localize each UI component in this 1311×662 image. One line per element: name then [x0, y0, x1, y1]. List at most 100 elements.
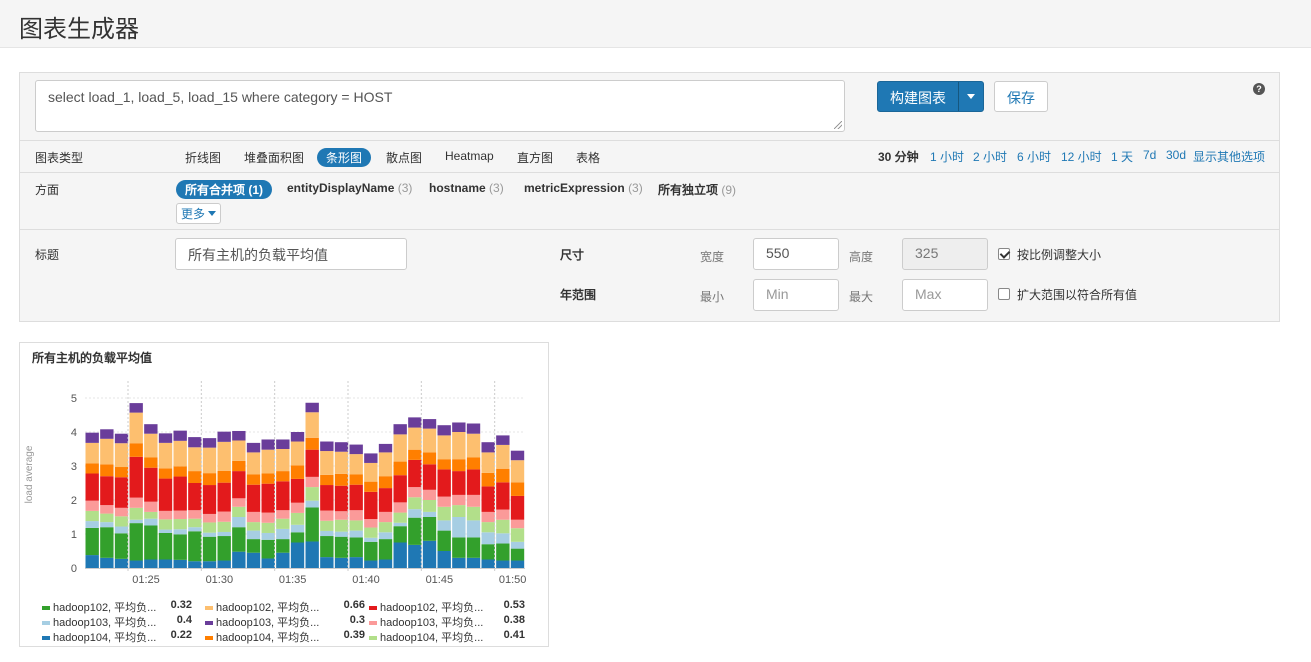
bar-segment	[320, 510, 334, 521]
bar-segment	[364, 491, 378, 520]
bar-segment	[481, 522, 495, 533]
legend-item[interactable]: hadoop102, 平均负... 0.32	[42, 599, 192, 614]
chart-type-scatter[interactable]: 散点图	[386, 149, 422, 166]
time-range-12h[interactable]: 12 小时	[1061, 148, 1102, 165]
chart-title-input[interactable]: 所有主机的负载平均值	[175, 238, 407, 270]
bar-segment	[437, 551, 451, 568]
title-label: 标题	[35, 248, 60, 262]
bar-segment	[452, 494, 466, 506]
bar-segment	[378, 559, 393, 568]
bar-segment	[466, 423, 481, 434]
legend-value: 0.4	[176, 614, 192, 626]
scale-proportionally-checkbox[interactable]	[998, 248, 1010, 260]
legend-swatch	[205, 636, 213, 641]
legend-item[interactable]: hadoop102, 平均负... 0.53	[369, 599, 525, 614]
bar-chart: 0 1 2 3 4 5 load average 01:25 01:30 01:35 01:40 01…	[24, 381, 526, 586]
bar-segment	[481, 452, 495, 473]
chart-type-table[interactable]: 表格	[576, 149, 600, 166]
time-range-6h[interactable]: 6 小时	[1017, 148, 1051, 165]
legend-item[interactable]: hadoop103, 平均负... 0.38	[369, 614, 525, 629]
bar-segment	[158, 529, 173, 533]
more-facets-label: 更多	[181, 207, 206, 221]
time-range-1d[interactable]: 1 天	[1111, 148, 1133, 165]
bar-segment	[202, 532, 217, 537]
chart-type-bar[interactable]: 条形图	[317, 148, 372, 167]
expand-range-checkbox[interactable]	[998, 288, 1010, 300]
legend-item[interactable]: hadoop102, 平均负... 0.66	[205, 599, 365, 614]
bar-segment	[246, 474, 261, 485]
bar-segment	[85, 521, 99, 528]
max-label: 最大	[849, 290, 874, 304]
facet-count: (3)	[628, 181, 643, 195]
time-range-30d[interactable]: 30d	[1166, 148, 1186, 162]
help-icon[interactable]: ?	[1253, 83, 1265, 95]
bar-segment	[510, 560, 525, 568]
build-options-dropdown[interactable]	[959, 82, 983, 111]
more-facets-button[interactable]: 更多	[176, 203, 222, 224]
bar-segment	[188, 531, 202, 562]
chart-type-line[interactable]: 折线图	[185, 149, 221, 166]
legend-value: 0.38	[503, 614, 525, 626]
bar-segment	[217, 560, 231, 568]
bar-segment	[129, 560, 143, 568]
time-range-7d[interactable]: 7d	[1143, 148, 1156, 162]
legend-label: hadoop104, 平均负...	[53, 632, 157, 644]
bar-segment	[144, 559, 158, 568]
chart-type-heatmap[interactable]: Heatmap	[445, 149, 494, 163]
width-input[interactable]: 550	[753, 238, 839, 270]
bar-segment	[232, 498, 246, 507]
facets-label: 方面	[35, 183, 60, 197]
bar-segment	[408, 509, 422, 518]
bar-segment	[437, 425, 451, 436]
chart-type-histogram[interactable]: 直方图	[517, 149, 553, 166]
bar-segment	[305, 476, 319, 488]
bar-segment	[129, 456, 143, 498]
facet-all-merged[interactable]: 所有合并项 (1)	[176, 180, 273, 199]
bar-segment	[334, 531, 349, 537]
bar-segment	[129, 519, 143, 524]
facet-entity-display-name[interactable]: entityDisplayName (3)	[287, 181, 412, 195]
y-tick-label: 4	[71, 427, 77, 439]
bar-segment	[85, 510, 99, 522]
time-range-2h[interactable]: 2 小时	[973, 148, 1007, 165]
bar-segment	[466, 469, 481, 495]
legend-item[interactable]: hadoop104, 平均负... 0.39	[205, 629, 365, 644]
legend-swatch	[205, 621, 213, 626]
resize-grip-icon[interactable]	[834, 121, 842, 129]
height-input[interactable]: 325	[902, 238, 988, 270]
legend-item[interactable]: hadoop104, 平均负... 0.22	[42, 629, 192, 644]
min-input[interactable]: Min	[753, 279, 839, 311]
bar-segment	[100, 438, 114, 465]
chart-card: 所有主机的负载平均值 0 1 2 3 4 5 load average 01:25 01:30 0…	[19, 342, 549, 647]
bar-segment	[452, 459, 466, 472]
bar-segment	[202, 438, 217, 448]
legend-swatch	[369, 606, 377, 611]
legend-item[interactable]: hadoop104, 平均负... 0.41	[369, 629, 525, 644]
bar-segment	[437, 496, 451, 507]
bar-segment	[349, 444, 363, 455]
show-more-options-link[interactable]: 显示其他选项	[1193, 148, 1265, 165]
bar-segment	[481, 559, 495, 568]
facet-all-individual[interactable]: 所有独立项 (9)	[658, 181, 736, 198]
chart-type-stacked-area[interactable]: 堆叠面积图	[244, 149, 304, 166]
build-chart-button[interactable]: 构建图表	[878, 82, 959, 111]
max-input[interactable]: Max	[902, 279, 988, 311]
time-range-30m[interactable]: 30 分钟	[878, 148, 919, 165]
facet-hostname[interactable]: hostname (3)	[429, 181, 504, 195]
bar-segment	[496, 435, 510, 445]
bar-segment	[261, 483, 275, 513]
bar-segment	[305, 449, 319, 477]
bar-segment	[100, 464, 114, 477]
bar-segment	[129, 443, 143, 457]
legend-item[interactable]: hadoop103, 平均负... 0.4	[42, 614, 192, 629]
time-range-1h[interactable]: 1 小时	[930, 148, 964, 165]
width-label: 宽度	[700, 250, 725, 264]
bar-segment	[246, 530, 261, 540]
bar-segment	[202, 447, 217, 474]
legend-item[interactable]: hadoop103, 平均负... 0.3	[205, 614, 365, 629]
facet-metric-expression[interactable]: metricExpression (3)	[524, 181, 643, 195]
save-button[interactable]: 保存	[994, 81, 1048, 112]
query-textarea[interactable]: select load_1, load_5, load_15 where cat…	[35, 80, 845, 132]
bar-segment	[188, 447, 202, 472]
y-range-label: 年范围	[560, 288, 597, 302]
